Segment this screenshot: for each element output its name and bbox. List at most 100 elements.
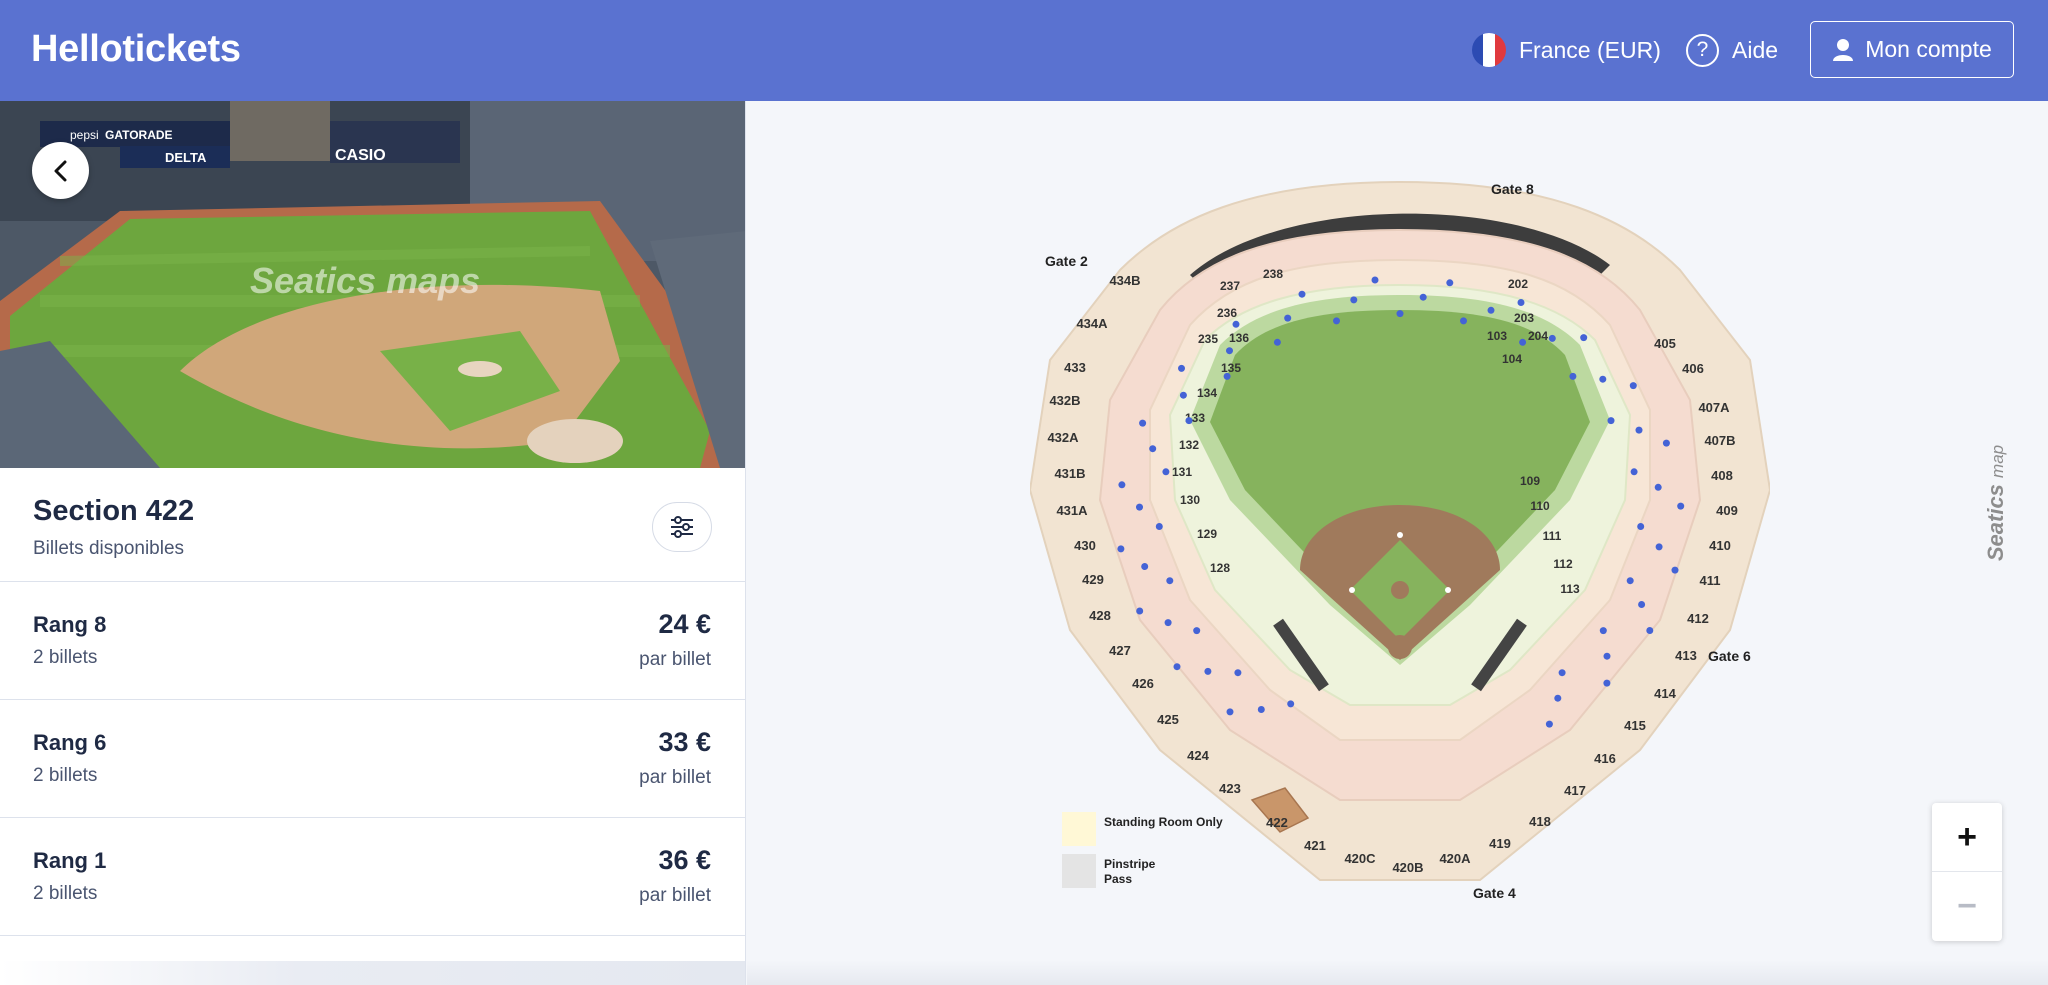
map-section-label[interactable]: 419 (1489, 836, 1511, 851)
map-section-label[interactable]: 432A (1047, 430, 1079, 445)
section-header: Section 422 Billets disponibles (0, 468, 745, 582)
map-section-label[interactable]: 423 (1219, 781, 1241, 796)
map-section-label[interactable]: 411 (1700, 573, 1721, 588)
seat-dot (1626, 577, 1634, 585)
seat-dot (1607, 417, 1615, 425)
map-section-label[interactable]: 130 (1180, 493, 1200, 507)
seat-dot (1569, 372, 1577, 380)
map-section-label[interactable]: 405 (1654, 336, 1676, 351)
map-section-label[interactable]: 408 (1711, 468, 1733, 483)
map-section-label[interactable]: 433 (1064, 360, 1086, 375)
map-section-label[interactable]: 424 (1187, 748, 1209, 763)
map-section-label[interactable]: 425 (1157, 712, 1179, 727)
map-section-label[interactable]: 128 (1210, 561, 1230, 575)
map-section-label[interactable]: 104 (1502, 352, 1522, 366)
map-section-label[interactable]: 432B (1049, 393, 1080, 408)
map-section-label[interactable]: 135 (1221, 361, 1241, 375)
seat-dot (1118, 481, 1126, 489)
account-button[interactable]: Mon compte (1810, 21, 2014, 78)
listing-row[interactable]: Rang 1 2 billets 36 € par billet (0, 818, 745, 936)
map-section-label[interactable]: 204 (1528, 329, 1548, 343)
map-section-label[interactable]: 428 (1089, 608, 1111, 623)
map-section-label[interactable]: 407B (1704, 433, 1735, 448)
map-section-label[interactable]: 131 (1172, 465, 1192, 479)
listing-row[interactable]: Rang 8 2 billets 24 € par billet (0, 582, 745, 700)
seat-dot (1155, 523, 1163, 530)
map-section-label[interactable]: 421 (1304, 838, 1326, 853)
stadium-seat-map[interactable]: 434B 434A 433 432B 432A 431B 431A 430 429 428 427 4… (1030, 160, 1770, 900)
map-section-label[interactable]: 111 (1543, 529, 1562, 543)
map-section-label[interactable]: 136 (1229, 331, 1249, 345)
seat-dot (1179, 391, 1187, 399)
panel-footer-shadow (0, 961, 745, 985)
map-section-label[interactable]: 409 (1716, 503, 1738, 518)
filter-button[interactable] (652, 502, 712, 552)
map-section-label[interactable]: 202 (1508, 277, 1528, 291)
map-section-label[interactable]: 414 (1654, 686, 1676, 701)
seat-dot (1655, 543, 1663, 551)
map-section-label[interactable]: 422 (1266, 815, 1288, 830)
listing-price-unit: par billet (639, 767, 711, 788)
section-title: Section 422 (33, 495, 195, 527)
map-section-label[interactable]: 429 (1082, 572, 1104, 587)
map-section-label[interactable]: 418 (1529, 814, 1551, 829)
seat-dot (1519, 338, 1527, 346)
seat-dot (1671, 566, 1679, 574)
seat-dot (1284, 314, 1292, 322)
map-section-label[interactable]: 103 (1487, 329, 1507, 343)
site-logo[interactable]: Hellotickets (31, 28, 241, 71)
map-section-label[interactable]: 134 (1197, 386, 1217, 400)
map-section-label[interactable]: 434B (1109, 273, 1140, 288)
map-footer-shadow (747, 960, 2048, 985)
seat-dot (1232, 320, 1240, 328)
map-section-label[interactable]: 237 (1220, 279, 1240, 293)
map-section-label[interactable]: 110 (1530, 499, 1550, 513)
seat-dot (1166, 577, 1174, 585)
map-section-label[interactable]: 420A (1439, 851, 1471, 866)
locale-selector[interactable]: France (EUR) (1472, 28, 1661, 72)
seat-dot (1173, 663, 1181, 671)
ad-text: DELTA (165, 150, 207, 165)
map-section-label[interactable]: 413 (1675, 648, 1697, 663)
listing-ticket-count: 2 billets (33, 883, 98, 904)
map-section-label[interactable]: 112 (1553, 557, 1573, 571)
help-link[interactable]: ? Aide (1686, 28, 1778, 72)
map-section-label[interactable]: 434A (1076, 316, 1108, 331)
map-section-label[interactable]: 427 (1109, 643, 1131, 658)
listing-row[interactable]: Rang 6 2 billets 33 € par billet (0, 700, 745, 818)
seat-dot (1419, 293, 1427, 301)
seat-dot (1149, 445, 1157, 453)
seat-dot (1554, 694, 1562, 702)
seat-dot (1287, 700, 1295, 708)
map-section-label[interactable]: 113 (1560, 582, 1580, 596)
map-section-label[interactable]: 420C (1344, 851, 1376, 866)
seat-dot (1654, 483, 1662, 491)
zoom-in-button[interactable]: + (1932, 803, 2002, 872)
seatics-brand: Seatics map (1983, 445, 2009, 561)
map-section-label[interactable]: 406 (1682, 361, 1704, 376)
map-section-label[interactable]: 430 (1074, 538, 1096, 553)
map-section-label[interactable]: 417 (1564, 783, 1586, 798)
listing-ticket-count: 2 billets (33, 765, 98, 786)
map-section-label[interactable]: 426 (1132, 676, 1154, 691)
back-button[interactable] (32, 142, 89, 199)
map-section-label[interactable]: 238 (1263, 267, 1283, 281)
map-section-label[interactable]: 236 (1217, 306, 1237, 320)
map-section-label[interactable]: 129 (1197, 527, 1217, 541)
seat-dot (1298, 290, 1306, 298)
map-section-label[interactable]: 420B (1392, 860, 1423, 875)
map-section-label[interactable]: 410 (1709, 538, 1731, 553)
map-section-label[interactable]: 431A (1056, 503, 1088, 518)
zoom-out-button[interactable]: − (1932, 872, 2002, 941)
seat-dot (1257, 706, 1265, 713)
map-section-label[interactable]: 132 (1179, 438, 1199, 452)
map-section-label[interactable]: 203 (1514, 311, 1534, 325)
map-section-label[interactable]: 407A (1698, 400, 1730, 415)
map-section-label[interactable]: 431B (1054, 466, 1085, 481)
map-section-label[interactable]: 415 (1624, 718, 1646, 733)
map-section-label[interactable]: 235 (1198, 332, 1218, 346)
map-section-label[interactable]: 412 (1687, 611, 1709, 626)
map-section-label[interactable]: 109 (1520, 474, 1540, 488)
map-section-label[interactable]: 416 (1594, 751, 1616, 766)
seat-dot (1580, 334, 1588, 342)
